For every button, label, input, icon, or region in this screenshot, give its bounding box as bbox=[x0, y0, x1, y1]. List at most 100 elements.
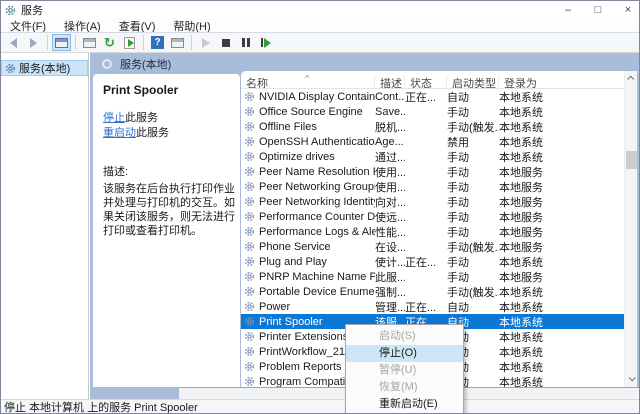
stop-service-link[interactable]: 停止 bbox=[103, 112, 125, 124]
service-name: Offline Files bbox=[259, 120, 317, 133]
refresh-button[interactable]: ↻ bbox=[100, 34, 119, 51]
service-gear-icon bbox=[244, 331, 255, 342]
back-button[interactable] bbox=[4, 34, 23, 51]
vertical-scrollbar[interactable] bbox=[624, 71, 637, 387]
service-row[interactable]: Portable Device Enumera... 强制... 手动(触发..… bbox=[241, 284, 624, 299]
maximize-button[interactable]: □ bbox=[591, 4, 605, 16]
service-row[interactable]: OpenSSH Authentication ... Age... 禁用 本地系… bbox=[241, 134, 624, 149]
service-description: 此服... bbox=[375, 271, 405, 284]
service-description: 使用... bbox=[375, 181, 405, 194]
chevron-up-icon bbox=[627, 75, 635, 83]
show-action-pane-button[interactable] bbox=[168, 34, 187, 51]
service-gear-icon bbox=[244, 241, 255, 252]
service-row[interactable]: Optimize drives 通过... 手动 本地系统 bbox=[241, 149, 624, 164]
service-gear-icon bbox=[244, 91, 255, 102]
service-name: Print Spooler bbox=[259, 315, 323, 328]
service-row[interactable]: NVIDIA Display Containe... Cont... 正在...… bbox=[241, 89, 624, 104]
service-status: 正在... bbox=[405, 91, 437, 104]
toolbar: ↻ ? bbox=[1, 32, 639, 53]
service-startup-type: 手动 bbox=[447, 166, 469, 179]
export-list-button[interactable] bbox=[120, 34, 139, 51]
service-name: OpenSSH Authentication ... bbox=[259, 135, 375, 148]
service-gear-icon bbox=[244, 196, 255, 207]
service-row[interactable]: Peer Name Resolution Pr... 使用... 手动 本地服务 bbox=[241, 164, 624, 179]
column-header-status[interactable]: 状态 bbox=[405, 75, 447, 88]
restart-service-button[interactable] bbox=[256, 34, 275, 51]
service-logon-as: 本地系统 bbox=[499, 136, 543, 149]
service-logon-as: 本地服务 bbox=[499, 196, 543, 209]
stop-icon bbox=[221, 38, 230, 47]
service-description: 性能... bbox=[375, 226, 405, 239]
sort-ascending-icon: ^ bbox=[305, 75, 310, 83]
scroll-down-button[interactable] bbox=[625, 372, 637, 385]
restart-link-suffix: 此服务 bbox=[136, 127, 169, 139]
service-row[interactable]: PNRP Machine Name Pu... 此服... 手动 本地服务 bbox=[241, 269, 624, 284]
service-logon-as: 本地系统 bbox=[499, 91, 543, 104]
service-gear-icon bbox=[244, 376, 255, 387]
service-row[interactable]: Peer Networking Identity... 向对... 手动 本地服… bbox=[241, 194, 624, 209]
service-description: 使用... bbox=[375, 166, 405, 179]
minimize-button[interactable]: – bbox=[561, 4, 575, 16]
column-header-startup-type[interactable]: 启动类型 bbox=[447, 75, 499, 88]
service-gear-icon bbox=[244, 106, 255, 117]
chevron-down-icon bbox=[628, 374, 636, 382]
scrollbar-thumb[interactable] bbox=[626, 151, 637, 169]
service-description: 脱机... bbox=[375, 121, 405, 134]
forward-arrow-icon bbox=[30, 37, 37, 48]
show-console-tree-button[interactable] bbox=[52, 34, 71, 51]
service-row[interactable]: Office Source Engine Save... 手动 本地系统 bbox=[241, 104, 624, 119]
refresh-icon: ↻ bbox=[104, 35, 115, 50]
service-row[interactable]: Offline Files 脱机... 手动(触发... 本地系统 bbox=[241, 119, 624, 134]
service-name: Plug and Play bbox=[259, 255, 327, 268]
stop-service-button[interactable] bbox=[216, 34, 235, 51]
service-description: Age... bbox=[375, 135, 404, 148]
close-button[interactable]: × bbox=[621, 4, 635, 16]
tree-item-services-local[interactable]: 服务(本地) bbox=[1, 60, 88, 76]
column-header-logon-as[interactable]: 登录为 bbox=[499, 75, 624, 88]
services-ring-icon bbox=[102, 58, 112, 69]
menu-bar: 文件(F) 操作(A) 查看(V) 帮助(H) bbox=[1, 19, 639, 33]
column-header-name[interactable]: 名称 ^ bbox=[241, 75, 375, 88]
service-startup-type: 手动 bbox=[447, 196, 469, 209]
main-area: 服务(本地) 服务(本地) Print Spooler 停止此服务 重启动此服务… bbox=[1, 53, 639, 401]
stop-link-suffix: 此服务 bbox=[125, 112, 158, 124]
service-row[interactable]: Power 管理... 正在... 自动 本地系统 bbox=[241, 299, 624, 314]
service-startup-type: 禁用 bbox=[447, 136, 469, 149]
services-gear-icon bbox=[5, 63, 16, 73]
title-bar: 服务 – □ × bbox=[1, 1, 639, 19]
service-row[interactable]: Performance Counter DL... 使远... 手动 本地服务 bbox=[241, 209, 624, 224]
column-header-description[interactable]: 描述 bbox=[375, 75, 405, 88]
action-pane-icon bbox=[171, 37, 184, 48]
service-startup-type: 自动 bbox=[447, 301, 469, 314]
service-logon-as: 本地系统 bbox=[499, 316, 543, 329]
service-gear-icon bbox=[244, 136, 255, 147]
start-service-button[interactable] bbox=[196, 34, 215, 51]
service-logon-as: 本地系统 bbox=[499, 361, 543, 374]
scroll-up-button[interactable] bbox=[625, 72, 637, 85]
service-logon-as: 本地系统 bbox=[499, 256, 543, 269]
service-row[interactable]: Phone Service 在设... 手动(触发... 本地服务 bbox=[241, 239, 624, 254]
service-row[interactable]: Peer Networking Groupi... 使用... 手动 本地服务 bbox=[241, 179, 624, 194]
service-gear-icon bbox=[244, 361, 255, 372]
service-name: Peer Name Resolution Pr... bbox=[259, 165, 375, 178]
service-logon-as: 本地系统 bbox=[499, 151, 543, 164]
pause-service-button[interactable] bbox=[236, 34, 255, 51]
service-startup-type: 手动 bbox=[447, 106, 469, 119]
service-gear-icon bbox=[244, 286, 255, 297]
context-menu-item[interactable]: 停止(O) bbox=[346, 345, 463, 362]
service-gear-icon bbox=[244, 211, 255, 222]
show-window-button[interactable] bbox=[80, 34, 99, 51]
forward-button[interactable] bbox=[24, 34, 43, 51]
service-name: Peer Networking Groupi... bbox=[259, 180, 375, 193]
stop-service-link-line: 停止此服务 bbox=[103, 111, 232, 126]
service-startup-type: 手动 bbox=[447, 271, 469, 284]
service-logon-as: 本地服务 bbox=[499, 181, 543, 194]
help-button[interactable]: ? bbox=[148, 34, 167, 51]
toolbar-separator bbox=[191, 35, 192, 50]
context-menu-item[interactable]: 重新启动(E) bbox=[346, 396, 463, 413]
service-row[interactable]: Plug and Play 使计... 正在... 手动 本地系统 bbox=[241, 254, 624, 269]
service-row[interactable]: Performance Logs & Aler... 性能... 手动 本地服务 bbox=[241, 224, 624, 239]
back-arrow-icon bbox=[10, 37, 17, 48]
restart-service-link[interactable]: 重启动 bbox=[103, 127, 136, 139]
list-header: 名称 ^ 描述 状态 启动类型 登录为 bbox=[241, 75, 624, 89]
